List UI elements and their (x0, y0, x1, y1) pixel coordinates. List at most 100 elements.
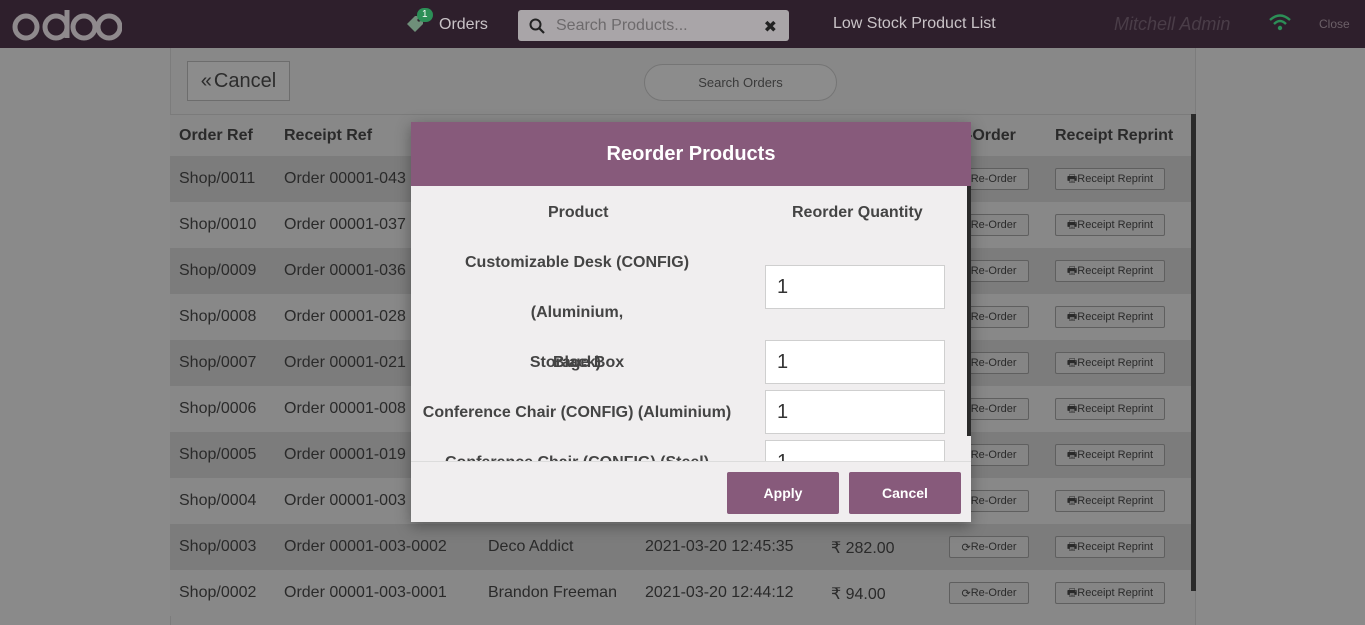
search-icon (518, 18, 556, 34)
receipt-reprint-button[interactable]: 🖶 Receipt Reprint (1055, 398, 1165, 420)
date-cell: 2021-03-20 12:44:12 (645, 584, 794, 601)
customer-cell: Deco Addict (488, 538, 574, 555)
receipt-reprint-button[interactable]: 🖶 Receipt Reprint (1055, 352, 1165, 374)
reorder-quantity-input[interactable] (765, 440, 945, 461)
print-icon: 🖶 (1066, 494, 1078, 507)
search-products-box: ✖ (518, 10, 789, 41)
print-icon: 🖶 (1066, 356, 1078, 369)
reprint-label: Receipt Reprint (1077, 495, 1154, 507)
receipt-reprint-button[interactable]: 🖶 Receipt Reprint (1055, 536, 1165, 558)
reorder-label: Re-Order (970, 265, 1017, 277)
dialog-footer: Apply Cancel (411, 461, 971, 522)
double-chevron-left-icon: « (200, 69, 212, 92)
receipt-reprint-button[interactable]: 🖶 Receipt Reprint (1055, 306, 1165, 328)
column-header-product: Product (548, 204, 609, 221)
reprint-label: Receipt Reprint (1077, 173, 1154, 185)
reprint-label: Receipt Reprint (1077, 311, 1154, 323)
receipt-ref-cell: Order 00001-003-0001 (284, 584, 447, 601)
refresh-icon: ⟳ (961, 587, 971, 600)
reprint-label: Receipt Reprint (1077, 449, 1154, 461)
order-ref-cell: Shop/0006 (179, 400, 257, 417)
reprint-label: Receipt Reprint (1077, 403, 1154, 415)
receipt-reprint-button[interactable]: 🖶 Receipt Reprint (1055, 214, 1165, 236)
product-name-line: Customizable Desk (CONFIG) (Aluminium, (464, 254, 690, 321)
reorder-label: Re-Order (970, 357, 1017, 369)
receipt-ref-cell: Order 00001-036 (284, 262, 406, 279)
order-ref-cell: Shop/0004 (179, 492, 257, 509)
print-icon: 🖶 (1066, 218, 1078, 231)
print-icon: 🖶 (1066, 540, 1078, 553)
receipt-ref-cell: Order 00001-003 (284, 492, 406, 509)
receipt-ref-cell: Order 00001-021 (284, 354, 406, 371)
print-icon: 🖶 (1066, 172, 1078, 185)
receipt-ref-cell: Order 00001-028 (284, 308, 406, 325)
receipt-ref-cell: Order 00001-043 (284, 170, 406, 187)
orders-label: Orders (439, 16, 488, 33)
date-cell: 2021-03-20 12:45:35 (645, 538, 794, 555)
low-stock-product-list-button[interactable]: Low Stock Product List (833, 15, 996, 33)
search-products-input[interactable] (556, 16, 756, 35)
receipt-ref-cell: Order 00001-037 (284, 216, 406, 233)
reorder-label: Re-Order (970, 219, 1017, 231)
reprint-label: Receipt Reprint (1077, 541, 1154, 553)
order-ref-cell: Shop/0009 (179, 262, 257, 279)
reorder-button[interactable]: ⟳Re-Order (949, 582, 1029, 604)
product-name: Conference Chair (CONFIG) (Steel) (419, 438, 735, 461)
cancel-label: Cancel (213, 69, 277, 92)
customer-cell: Brandon Freeman (488, 584, 617, 601)
clear-search-icon[interactable]: ✖ (764, 17, 777, 37)
back-cancel-button[interactable]: « Cancel (187, 61, 290, 101)
print-icon: 🖶 (1066, 586, 1078, 599)
reorder-label: Re-Order (970, 311, 1017, 323)
receipt-reprint-button[interactable]: 🖶 Receipt Reprint (1055, 490, 1165, 512)
reorder-label: Re-Order (970, 495, 1017, 507)
order-ref-cell: Shop/0003 (179, 538, 257, 555)
apply-button[interactable]: Apply (727, 472, 839, 514)
receipt-ref-cell: Order 00001-008 (284, 400, 406, 417)
dialog-body: Product Reorder Quantity Customizable De… (411, 186, 971, 461)
orders-scrollbar[interactable] (1191, 114, 1196, 591)
reprint-label: Receipt Reprint (1077, 357, 1154, 369)
order-ref-cell: Shop/0011 (179, 170, 256, 187)
header-receipt-reprint: Receipt Reprint (1055, 127, 1174, 144)
reprint-label: Receipt Reprint (1077, 265, 1154, 277)
receipt-reprint-button[interactable]: 🖶 Receipt Reprint (1055, 444, 1165, 466)
username: Mitchell Admin (1114, 14, 1231, 34)
order-ref-cell: Shop/0007 (179, 354, 257, 371)
order-ref-cell: Shop/0005 (179, 446, 257, 463)
reorder-button[interactable]: ⟳Re-Order (949, 536, 1029, 558)
odoo-logo (10, 6, 122, 44)
table-row[interactable]: Shop/0003 Order 00001-003-0002 Deco Addi… (170, 524, 1194, 570)
receipt-reprint-button[interactable]: 🖶 Receipt Reprint (1055, 582, 1165, 604)
reorder-quantity-input[interactable] (765, 265, 945, 309)
dialog-scrollbar[interactable] (967, 186, 971, 436)
tag-icon: 1 (405, 8, 433, 36)
table-row[interactable]: Shop/0002 Order 00001-003-0001 Brandon F… (170, 570, 1194, 616)
reprint-label: Receipt Reprint (1077, 587, 1154, 599)
order-ref-cell: Shop/0002 (179, 584, 257, 601)
header-reorder: -Order (967, 127, 1016, 144)
receipt-reprint-button[interactable]: 🖶 Receipt Reprint (1055, 260, 1165, 282)
receipt-ref-cell: Order 00001-003-0002 (284, 538, 447, 555)
print-icon: 🖶 (1066, 264, 1078, 277)
print-icon: 🖶 (1066, 402, 1078, 415)
column-header-quantity: Reorder Quantity (792, 204, 923, 221)
product-name: Conference Chair (CONFIG) (Aluminium) (422, 404, 732, 421)
product-name: Storage Box (529, 354, 625, 371)
print-icon: 🖶 (1066, 448, 1078, 461)
reorder-label: Re-Order (970, 403, 1017, 415)
header-receipt-ref: Receipt Ref (284, 127, 373, 144)
close-button[interactable]: Close (1319, 17, 1350, 31)
reorder-quantity-input[interactable] (765, 340, 945, 384)
amount-cell: ₹ 94.00 (831, 586, 886, 603)
reorder-quantity-input[interactable] (765, 390, 945, 434)
refresh-icon: ⟳ (961, 541, 971, 554)
reorder-label: Re-Order (970, 173, 1017, 185)
search-orders-input[interactable]: Search Orders (644, 64, 837, 101)
reorder-label: Re-Order (970, 541, 1017, 553)
orders-button[interactable]: 1 Orders (405, 8, 488, 40)
cancel-button[interactable]: Cancel (849, 472, 961, 514)
top-bar: 1 Orders ✖ Low Stock Product List Mitche… (0, 0, 1365, 48)
receipt-reprint-button[interactable]: 🖶 Receipt Reprint (1055, 168, 1165, 190)
dialog-title: Reorder Products (411, 122, 971, 186)
